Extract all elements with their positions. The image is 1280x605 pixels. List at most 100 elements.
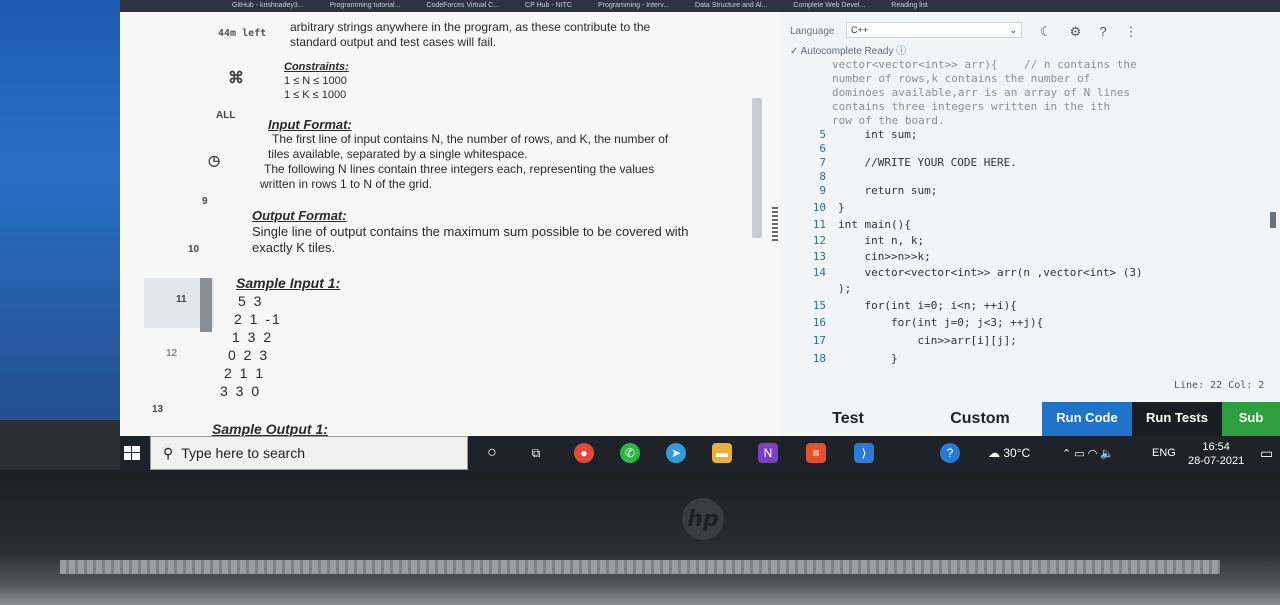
code-editor[interactable]: Language C++ ⌄ ✓ Autocomplete Ready ⓘ ☾ … [788, 18, 1280, 400]
statement-text: tiles available, separated by a single w… [268, 147, 528, 161]
code-line[interactable]: cin>>arr[i][j]; [838, 334, 1016, 347]
taskbar-search-box[interactable]: ⚲ Type here to search [150, 436, 468, 470]
statement-text: standard output and test cases will fail… [290, 35, 497, 49]
code-line-number: 16 [812, 316, 826, 329]
code-line[interactable]: int sum; [838, 128, 917, 141]
code-line[interactable]: dominoes available,arr is an array of N … [832, 86, 1130, 99]
code-line[interactable]: int n, k; [838, 234, 924, 247]
code-line[interactable]: vector<vector<int>> arr(n ,vector<int> (… [838, 266, 1142, 279]
code-line[interactable]: for(int i=0; i<n; ++i){ [838, 299, 1016, 312]
browser-tab[interactable]: CP Hub - NITC [525, 0, 572, 12]
cursor-position: Line: 22 Col: 2 [1174, 380, 1265, 391]
chevron-down-icon: ⌄ [1009, 25, 1017, 35]
code-line[interactable]: contains three integers written in the i… [832, 100, 1110, 113]
weather-widget[interactable]: ☁ 30°C [988, 436, 1030, 470]
windows-start-icon[interactable] [124, 446, 140, 460]
output-format-section: Output Format: Single line of output con… [252, 208, 688, 256]
input-language[interactable]: ENG [1152, 436, 1176, 470]
cortana-icon[interactable]: ○ [482, 443, 502, 463]
sample-output-section: Sample Output 1: [212, 421, 328, 437]
clock-date: 28-07-2021 [1188, 455, 1245, 467]
help-icon[interactable]: ? [1099, 24, 1106, 40]
code-line[interactable]: } [838, 201, 845, 214]
browser-tab[interactable]: Data Structure and Al... [695, 0, 767, 12]
vscode-icon[interactable]: ⟩ [854, 443, 874, 463]
sample-output-heading: Sample Output 1: [212, 421, 328, 437]
browser-tab[interactable]: Complete Web Devel... [793, 0, 865, 12]
code-line[interactable]: for(int j=0; j<3; ++j){ [838, 316, 1043, 329]
browser-tab[interactable]: GitHub - krishnadey3... [232, 0, 304, 12]
browser-tab[interactable]: Programming tutorial... [330, 0, 401, 12]
custom-input-tab[interactable]: Custom [910, 402, 1050, 436]
constraint: 1 ≤ K ≤ 1000 [284, 89, 347, 101]
browser-tab-bar: GitHub - krishnadey3... Programming tuto… [120, 0, 1280, 12]
command-icon[interactable]: ⌘ [228, 68, 244, 88]
line-number: 12 [166, 348, 178, 359]
code-line[interactable]: cin>>n>>k; [838, 250, 930, 263]
code-line[interactable]: int main(){ [838, 218, 911, 231]
constraints-section: Constraints: 1 ≤ N ≤ 1000 1 ≤ K ≤ 1000 [284, 60, 349, 102]
language-value: C++ [851, 25, 869, 35]
pane-splitter-handle[interactable] [772, 207, 778, 241]
search-placeholder: Type here to search [181, 445, 306, 461]
code-line[interactable]: } [838, 352, 898, 365]
output-format-heading: Output Format: [252, 208, 347, 223]
clock-icon[interactable]: ◷ [208, 152, 220, 169]
clock-time: 16:54 [1202, 441, 1230, 453]
sample-input-heading: Sample Input 1: [236, 275, 341, 291]
language-label: Language [790, 26, 835, 37]
sample-line: 2 1 1 [224, 365, 266, 381]
whatsapp-icon[interactable]: ✆ [620, 443, 640, 463]
line-number: 10 [188, 244, 200, 255]
statement-text: Single line of output contains the maxim… [252, 224, 689, 239]
code-line-number: 9 [819, 184, 826, 197]
editor-toolbar: ☾ ⚙ ? ⋮ [1040, 24, 1138, 40]
code-line-number: 18 [812, 352, 826, 365]
sample-line: 5 3 [238, 293, 264, 309]
search-icon: ⚲ [163, 444, 174, 461]
onenote-icon[interactable]: N [758, 443, 778, 463]
statement-scrollbar[interactable] [752, 98, 762, 238]
code-line[interactable]: row of the board. [832, 114, 945, 127]
run-code-button[interactable]: Run Code [1042, 402, 1132, 436]
code-line[interactable]: vector<vector<int>> arr){ // n contains … [832, 58, 1137, 71]
autocomplete-status: ✓ Autocomplete Ready ⓘ [790, 46, 907, 57]
reading-list-link[interactable]: Reading list [891, 0, 928, 12]
windows-taskbar: ⚲ Type here to search ○ ⧉ ● ✆ ➤ ▬ N ≡ ⟩ … [120, 436, 1280, 470]
file-explorer-icon[interactable]: ▬ [712, 443, 732, 463]
code-line[interactable]: ); [838, 282, 851, 295]
help-tray-icon[interactable]: ? [940, 443, 960, 463]
more-options-icon[interactable]: ⋮ [1125, 24, 1138, 40]
task-view-icon[interactable]: ⧉ [526, 443, 546, 463]
code-line[interactable]: return sum; [838, 184, 937, 197]
editor-scrollbar[interactable] [1270, 212, 1276, 228]
theme-toggle-icon[interactable]: ☾ [1040, 24, 1052, 40]
statement-text: exactly K tiles. [252, 240, 336, 255]
browser-tab[interactable]: CodeForces Virtual C... [426, 0, 499, 12]
hp-logo: hp [682, 498, 724, 540]
test-tab[interactable]: Test [788, 402, 908, 436]
code-line-number: 11 [812, 218, 826, 231]
code-line-number: 10 [812, 201, 826, 214]
stack-icon[interactable]: ≡ [806, 443, 826, 463]
settings-icon[interactable]: ⚙ [1070, 24, 1082, 40]
tray-icons[interactable]: ⌃ ▭ ◠ 🔈 [1062, 436, 1114, 470]
notification-icon[interactable]: ▭ [1260, 436, 1273, 470]
sample-input-section: Sample Input 1: 5 3 2 1 -1 1 3 2 0 2 3 2… [220, 274, 341, 400]
telegram-icon[interactable]: ➤ [666, 443, 686, 463]
chrome-icon[interactable]: ● [574, 443, 594, 463]
statement-intro: arbitrary strings anywhere in the progra… [290, 20, 650, 50]
language-select[interactable]: C++ ⌄ [846, 22, 1022, 38]
all-filter[interactable]: ALL [216, 110, 235, 121]
action-bar: Test Custom Run Code Run Tests Sub [788, 402, 1280, 436]
laptop-bezel [0, 470, 1280, 605]
code-line[interactable]: //WRITE YOUR CODE HERE. [838, 156, 1016, 169]
run-tests-button[interactable]: Run Tests [1132, 402, 1222, 436]
autocomplete-text: Autocomplete Ready [800, 46, 894, 57]
code-line[interactable]: number of rows,k contains the number of [832, 72, 1090, 85]
laptop-screen: GitHub - krishnadey3... Programming tuto… [120, 0, 1280, 470]
browser-tab[interactable]: Programming - Interv... [598, 0, 669, 12]
code-line-number: 13 [812, 250, 826, 263]
submit-button[interactable]: Sub [1222, 402, 1280, 436]
taskbar-clock[interactable]: 16:54 28-07-2021 [1188, 440, 1244, 468]
